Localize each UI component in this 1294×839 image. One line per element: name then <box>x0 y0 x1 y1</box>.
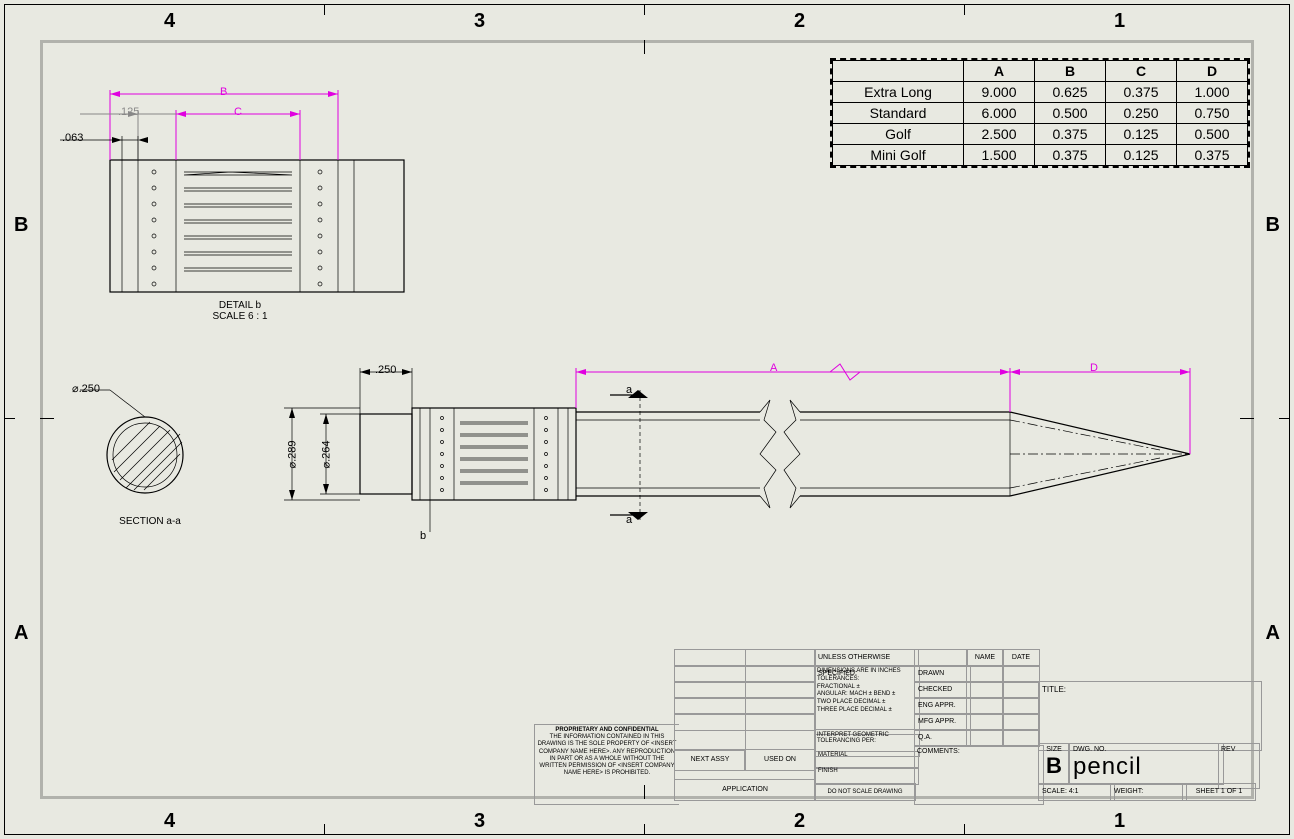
dt-cell: 1.500 <box>964 145 1035 166</box>
dt-row-name: Golf <box>833 124 964 145</box>
dt-cell: 2.500 <box>964 124 1035 145</box>
dim-125: .125 <box>118 106 139 118</box>
dns: DO NOT SCALE DRAWING <box>814 783 916 801</box>
title-label: TITLE: <box>1042 685 1066 694</box>
used-on: USED ON <box>744 749 816 771</box>
dt-cell: 9.000 <box>964 82 1035 103</box>
detail-label-txt: DETAIL b <box>180 300 300 311</box>
center-tick <box>40 418 54 419</box>
center-tick <box>644 40 645 54</box>
zone-left-b: B <box>14 214 28 237</box>
dt-cell: 1.000 <box>1177 82 1248 103</box>
proprietary-heading: PROPRIETARY AND CONFIDENTIAL <box>537 727 677 734</box>
zone-top-4: 4 <box>164 10 175 33</box>
dt-row-name: Extra Long <box>833 82 964 103</box>
section-dia: ⌀.250 <box>72 382 100 395</box>
zone-tick <box>1279 418 1289 419</box>
dt-col-b: B <box>1035 61 1106 82</box>
detail-label: DETAIL b SCALE 6 : 1 <box>180 300 300 322</box>
dwgno-value: pencil <box>1073 753 1223 781</box>
dt-cell: 0.125 <box>1106 124 1177 145</box>
dim-dia289: ⌀.289 <box>286 440 299 468</box>
dt-row-name: Mini Golf <box>833 145 964 166</box>
dim-d: D <box>1090 362 1098 374</box>
dt-cell: 0.500 <box>1177 124 1248 145</box>
dt-cell: 0.375 <box>1035 124 1106 145</box>
dt-cell: 0.125 <box>1106 145 1177 166</box>
zone-top-3: 3 <box>474 10 485 33</box>
zone-bot-1: 1 <box>1114 810 1125 833</box>
section-label: SECTION a-a <box>100 516 200 527</box>
dim-b-label: B <box>220 86 227 98</box>
proprietary-body: THE INFORMATION CONTAINED IN THIS DRAWIN… <box>537 734 677 777</box>
dt-col-c: C <box>1106 61 1177 82</box>
zone-tick <box>644 824 645 834</box>
dwgno-label: DWG. NO. <box>1073 746 1223 753</box>
zone-bot-4: 4 <box>164 810 175 833</box>
title-block: PROPRIETARY AND CONFIDENTIAL THE INFORMA… <box>534 649 1254 799</box>
zone-bot-2: 2 <box>794 810 805 833</box>
dim-a: A <box>770 362 777 374</box>
zone-left-a: A <box>14 622 28 645</box>
next-assy: NEXT ASSY <box>674 749 746 771</box>
detail-mark: b <box>420 530 426 542</box>
dim-250: .250 <box>375 364 396 376</box>
zone-right-b: B <box>1266 214 1280 237</box>
zone-right-a: A <box>1266 622 1280 645</box>
zone-top-2: 2 <box>794 10 805 33</box>
dt-cell: 0.375 <box>1106 82 1177 103</box>
dt-cell: 0.625 <box>1035 82 1106 103</box>
zone-top-1: 1 <box>1114 10 1125 33</box>
dim-dia264: ⌀.264 <box>320 440 333 468</box>
dt-col-a: A <box>964 61 1035 82</box>
detail-scale-txt: SCALE 6 : 1 <box>180 311 300 322</box>
application: APPLICATION <box>674 779 816 801</box>
dt-cell: 0.250 <box>1106 103 1177 124</box>
dt-cell: 0.375 <box>1035 145 1106 166</box>
center-tick <box>1240 418 1254 419</box>
zone-bot-3: 3 <box>474 810 485 833</box>
main-view <box>270 360 1220 560</box>
design-table: A B C D Extra Long9.0000.6250.3751.000 S… <box>830 58 1250 168</box>
dt-blank <box>833 61 964 82</box>
tolerances: DIMENSIONS ARE IN INCHES TOLERANCES: FRA… <box>814 665 920 735</box>
dt-cell: 6.000 <box>964 103 1035 124</box>
dt-cell: 0.375 <box>1177 145 1248 166</box>
zone-tick <box>964 824 965 834</box>
zone-tick <box>324 824 325 834</box>
weight-label: WEIGHT: <box>1110 783 1187 801</box>
title-panel: TITLE: <box>1038 681 1262 751</box>
dt-col-d: D <box>1177 61 1248 82</box>
zone-tick <box>964 5 965 15</box>
sheet-label: SHEET 1 OF 1 <box>1182 783 1256 801</box>
zone-tick <box>324 5 325 15</box>
section-cut-bot: a <box>626 514 632 526</box>
dt-cell: 0.500 <box>1035 103 1106 124</box>
dt-cell: 0.750 <box>1177 103 1248 124</box>
section-cut-top: a <box>626 384 632 396</box>
size-value: B <box>1039 753 1069 779</box>
size-label: SIZE <box>1039 746 1069 753</box>
section-view <box>90 390 210 530</box>
scale-label: SCALE: 4:1 <box>1038 783 1115 801</box>
dim-063: .063 <box>62 132 83 144</box>
dt-row-name: Standard <box>833 103 964 124</box>
zone-tick <box>644 5 645 15</box>
zone-tick <box>5 418 15 419</box>
row-comments: COMMENTS: <box>914 745 1044 805</box>
dim-c-label: C <box>234 106 242 118</box>
